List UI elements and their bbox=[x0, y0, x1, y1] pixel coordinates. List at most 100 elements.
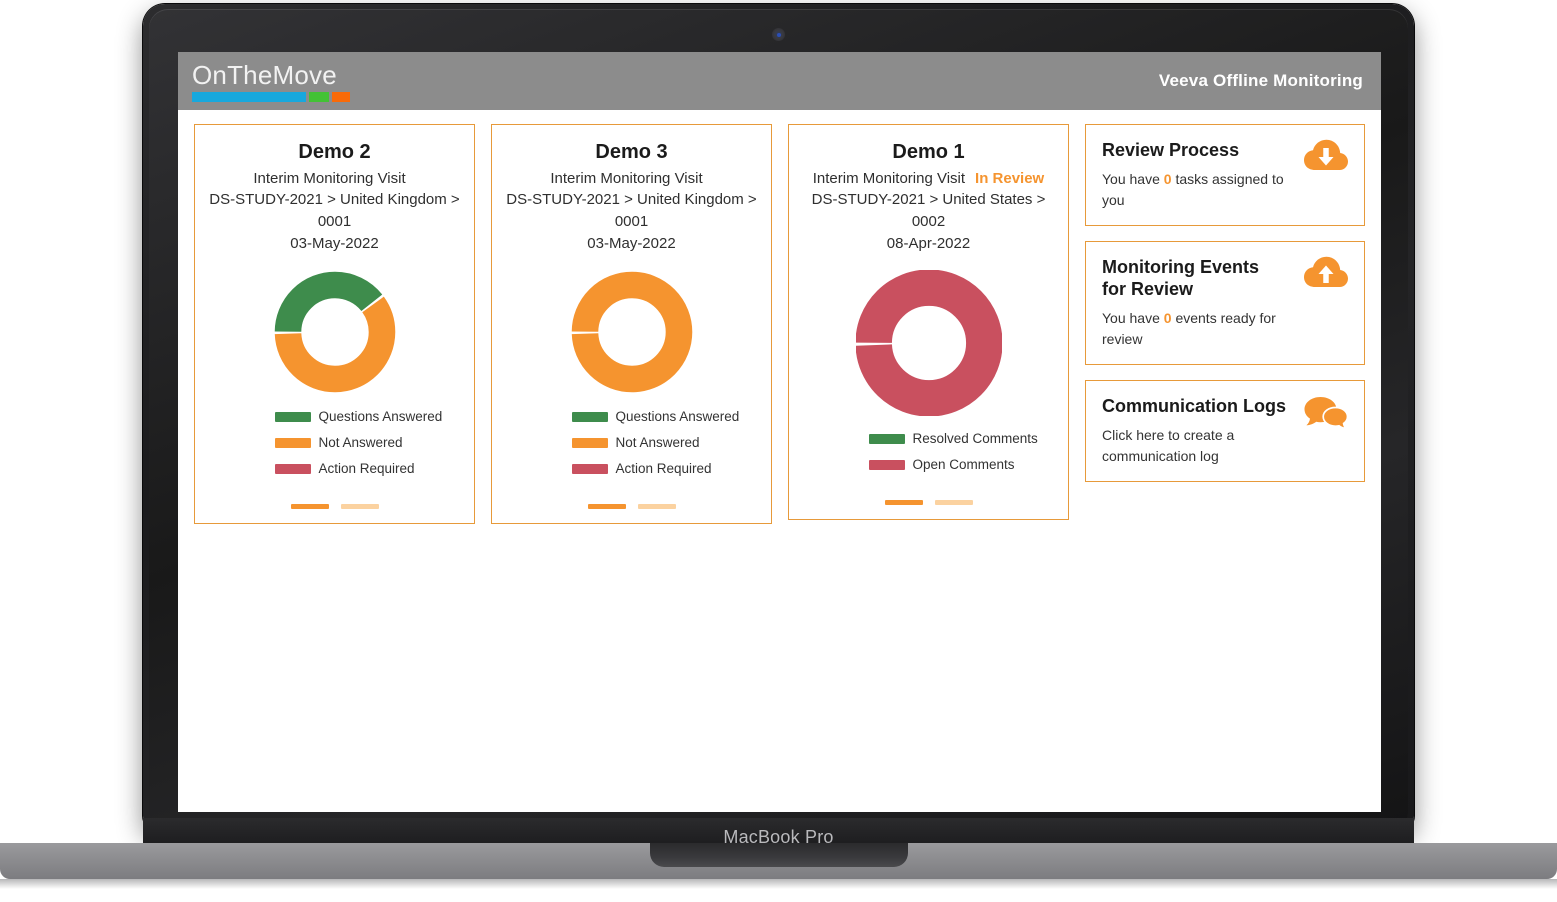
carousel-dot-active[interactable] bbox=[587, 504, 626, 509]
communication-logs-panel[interactable]: Communication Logs Click here to create … bbox=[1085, 380, 1365, 482]
legend-swatch-green bbox=[571, 412, 608, 422]
panel-text: Monitoring Events for Review You have 0 … bbox=[1102, 256, 1287, 350]
visit-date: 03-May-2022 bbox=[587, 235, 676, 252]
visit-path: DS-STUDY-2021 > United Kingdom > 0001 bbox=[506, 191, 757, 230]
laptop-base-notch bbox=[650, 843, 908, 867]
laptop-shadow bbox=[0, 879, 1557, 889]
workspace: Demo 2 Interim Monitoring Visit DS-STUDY… bbox=[178, 110, 1381, 812]
visit-path: DS-STUDY-2021 > United Kingdom > 0001 bbox=[209, 191, 460, 230]
chat-bubbles-icon[interactable] bbox=[1302, 395, 1350, 431]
legend-item: Questions Answered bbox=[207, 408, 462, 426]
visit-card[interactable]: Demo 2 Interim Monitoring Visit DS-STUDY… bbox=[194, 124, 475, 524]
legend-swatch-red bbox=[274, 464, 311, 474]
donut-slice bbox=[571, 271, 692, 393]
visit-type: Interim Monitoring Visit bbox=[253, 170, 406, 187]
chart-legend: Resolved Comments Open Comments bbox=[801, 430, 1056, 482]
visit-card-list: Demo 2 Interim Monitoring Visit DS-STUDY… bbox=[194, 124, 1069, 524]
visit-date: 03-May-2022 bbox=[290, 235, 379, 252]
legend-swatch-red bbox=[868, 460, 905, 470]
cloud-upload-icon[interactable] bbox=[1302, 256, 1350, 292]
legend-label: Questions Answered bbox=[615, 409, 740, 424]
panel-text-before: You have bbox=[1102, 310, 1164, 326]
legend-swatch-orange bbox=[571, 438, 608, 448]
panel-text-before: Click here to create a communication log bbox=[1102, 427, 1235, 464]
legend-swatch-green bbox=[868, 434, 905, 444]
legend-label: Questions Answered bbox=[318, 409, 443, 424]
visit-card[interactable]: Demo 3 Interim Monitoring Visit DS-STUDY… bbox=[491, 124, 772, 524]
panel-subtext: You have 0 events ready for review bbox=[1102, 308, 1287, 350]
donut-chart bbox=[274, 271, 395, 393]
legend-item: Questions Answered bbox=[504, 408, 759, 426]
card-carousel-indicators[interactable] bbox=[290, 486, 379, 509]
panel-title: Monitoring Events for Review bbox=[1102, 257, 1259, 299]
panel-text-before: You have bbox=[1102, 171, 1164, 187]
legend-label: Not Answered bbox=[615, 435, 700, 450]
brand-bar-blue bbox=[192, 91, 306, 102]
brand-bar-green bbox=[309, 91, 329, 102]
app-screen: OnTheMove Veeva Offline Monitoring Demo … bbox=[178, 52, 1381, 812]
visit-title: Demo 3 bbox=[595, 141, 668, 163]
brand-logo: OnTheMove bbox=[192, 61, 350, 102]
legend-item: Open Comments bbox=[801, 456, 1056, 474]
legend-item: Action Required bbox=[207, 460, 462, 478]
legend-label: Action Required bbox=[318, 461, 415, 476]
screenshot-stage: OnTheMove Veeva Offline Monitoring Demo … bbox=[0, 0, 1557, 902]
donut-segments bbox=[274, 271, 395, 393]
app-title: Veeva Offline Monitoring bbox=[1158, 71, 1363, 90]
legend-item: Not Answered bbox=[504, 434, 759, 452]
legend-swatch-orange bbox=[274, 438, 311, 448]
chart-legend: Questions Answered Not Answered Action R… bbox=[207, 408, 462, 486]
card-carousel-indicators[interactable] bbox=[587, 486, 676, 509]
visit-path: DS-STUDY-2021 > United States > 0002 bbox=[811, 191, 1046, 230]
legend-label: Action Required bbox=[615, 461, 712, 476]
card-carousel-indicators[interactable] bbox=[884, 482, 973, 505]
brand-name: OnTheMove bbox=[192, 59, 337, 90]
panel-count: 0 bbox=[1163, 310, 1172, 326]
review-process-panel[interactable]: Review Process You have 0 tasks assigned… bbox=[1085, 124, 1365, 226]
legend-item: Not Answered bbox=[207, 434, 462, 452]
panel-subtext: You have 0 tasks assigned to you bbox=[1102, 169, 1287, 211]
legend-item: Action Required bbox=[504, 460, 759, 478]
webcam-lens-icon bbox=[777, 33, 781, 37]
visit-date: 08-Apr-2022 bbox=[886, 235, 971, 252]
panel-text: Review Process You have 0 tasks assigned… bbox=[1102, 139, 1287, 211]
visit-type: Interim Monitoring Visit bbox=[550, 170, 703, 187]
panel-text: Communication Logs Click here to create … bbox=[1102, 395, 1287, 467]
carousel-dot[interactable] bbox=[340, 504, 379, 509]
visit-card[interactable]: Demo 1 Interim Monitoring Visit In Revie… bbox=[788, 124, 1069, 520]
carousel-dot-active[interactable] bbox=[290, 504, 329, 509]
legend-label: Open Comments bbox=[912, 457, 1015, 472]
donut-chart-wrap bbox=[273, 270, 397, 394]
side-panel-list: Review Process You have 0 tasks assigned… bbox=[1085, 124, 1365, 482]
visit-type-row: Interim Monitoring Visit bbox=[253, 170, 415, 187]
legend-label: Resolved Comments bbox=[912, 431, 1038, 446]
donut-chart-wrap bbox=[855, 270, 1002, 416]
carousel-dot[interactable] bbox=[934, 500, 973, 505]
monitoring-events-panel[interactable]: Monitoring Events for Review You have 0 … bbox=[1085, 241, 1365, 365]
donut-chart bbox=[855, 270, 1002, 416]
donut-segments bbox=[571, 271, 692, 393]
donut-chart-wrap bbox=[570, 270, 694, 394]
visit-type-row: Interim Monitoring Visit In Review bbox=[813, 170, 1044, 187]
visit-status-badge: In Review bbox=[975, 170, 1045, 187]
legend-swatch-green bbox=[274, 412, 311, 422]
visit-title: Demo 1 bbox=[892, 141, 965, 163]
legend-item: Resolved Comments bbox=[801, 430, 1056, 448]
donut-chart bbox=[571, 271, 692, 393]
legend-label: Not Answered bbox=[318, 435, 403, 450]
cloud-download-icon[interactable] bbox=[1302, 139, 1350, 175]
panel-title: Review Process bbox=[1102, 140, 1240, 160]
brand-bar-orange bbox=[332, 91, 350, 102]
panel-subtext: Click here to create a communication log bbox=[1102, 425, 1287, 467]
carousel-dot[interactable] bbox=[637, 504, 676, 509]
chart-legend: Questions Answered Not Answered Action R… bbox=[504, 408, 759, 486]
carousel-dot-active[interactable] bbox=[884, 500, 923, 505]
legend-swatch-red bbox=[571, 464, 608, 474]
app-header: OnTheMove Veeva Offline Monitoring bbox=[178, 52, 1381, 110]
brand-color-bars bbox=[192, 91, 350, 102]
visit-title: Demo 2 bbox=[298, 141, 371, 163]
panel-title: Communication Logs bbox=[1102, 396, 1286, 416]
visit-type-row: Interim Monitoring Visit bbox=[550, 170, 712, 187]
panel-count: 0 bbox=[1163, 171, 1172, 187]
visit-type: Interim Monitoring Visit bbox=[812, 170, 966, 187]
